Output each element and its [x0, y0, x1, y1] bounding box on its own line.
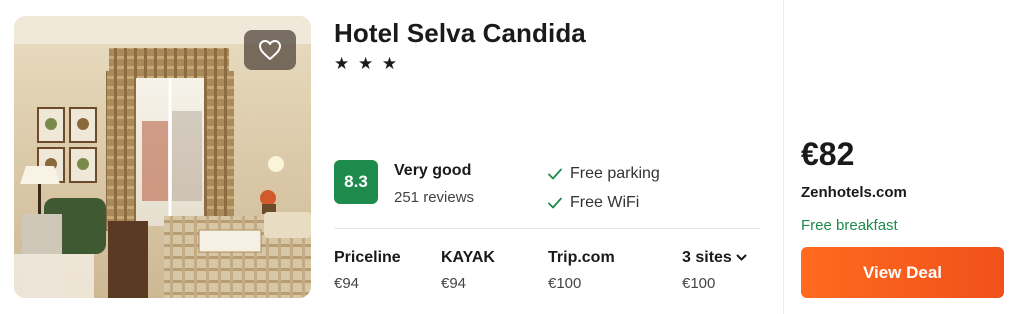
heart-icon	[259, 40, 281, 60]
amenity-item: Free parking	[548, 165, 660, 183]
check-icon	[548, 197, 562, 209]
star-rating: ★ ★ ★	[334, 54, 400, 73]
provider-price-kayak[interactable]: KAYAK €94	[441, 249, 495, 292]
provider-price: €94	[334, 275, 360, 292]
hotel-result-card: Hotel Selva Candida ★ ★ ★ 8.3 Very good …	[0, 0, 1024, 314]
review-score-badge: 8.3	[334, 160, 378, 204]
provider-price-priceline[interactable]: Priceline €94	[334, 249, 401, 292]
deal-provider: Zenhotels.com	[801, 184, 907, 201]
deal-perk: Free breakfast	[801, 217, 898, 234]
provider-price-tripcom[interactable]: Trip.com €100	[548, 249, 615, 292]
provider-price: €94	[441, 275, 467, 292]
provider-name: Priceline	[334, 249, 401, 266]
more-sites-toggle[interactable]: 3 sites	[682, 249, 747, 267]
provider-name: KAYAK	[441, 249, 495, 266]
amenity-item: Free WiFi	[548, 194, 639, 212]
rating-label: Very good	[394, 162, 472, 179]
check-icon	[548, 168, 562, 180]
more-sites-dropdown[interactable]: 3 sites €100	[682, 249, 747, 292]
amenity-label: Free WiFi	[570, 194, 640, 211]
divider	[334, 228, 760, 229]
deal-price: €82	[801, 136, 855, 172]
hotel-photo[interactable]	[14, 16, 311, 298]
chevron-down-icon	[736, 254, 747, 261]
view-deal-button[interactable]: View Deal	[801, 247, 1004, 298]
provider-price: €100	[548, 275, 582, 292]
amenity-label: Free parking	[570, 165, 660, 182]
favorite-button[interactable]	[244, 30, 296, 70]
column-divider	[783, 0, 784, 314]
more-sites-label: 3 sites	[682, 249, 732, 266]
provider-name: Trip.com	[548, 249, 615, 266]
hotel-name[interactable]: Hotel Selva Candida	[334, 18, 586, 49]
provider-price: €100	[682, 275, 716, 292]
review-count-link[interactable]: 251 reviews	[394, 189, 474, 206]
